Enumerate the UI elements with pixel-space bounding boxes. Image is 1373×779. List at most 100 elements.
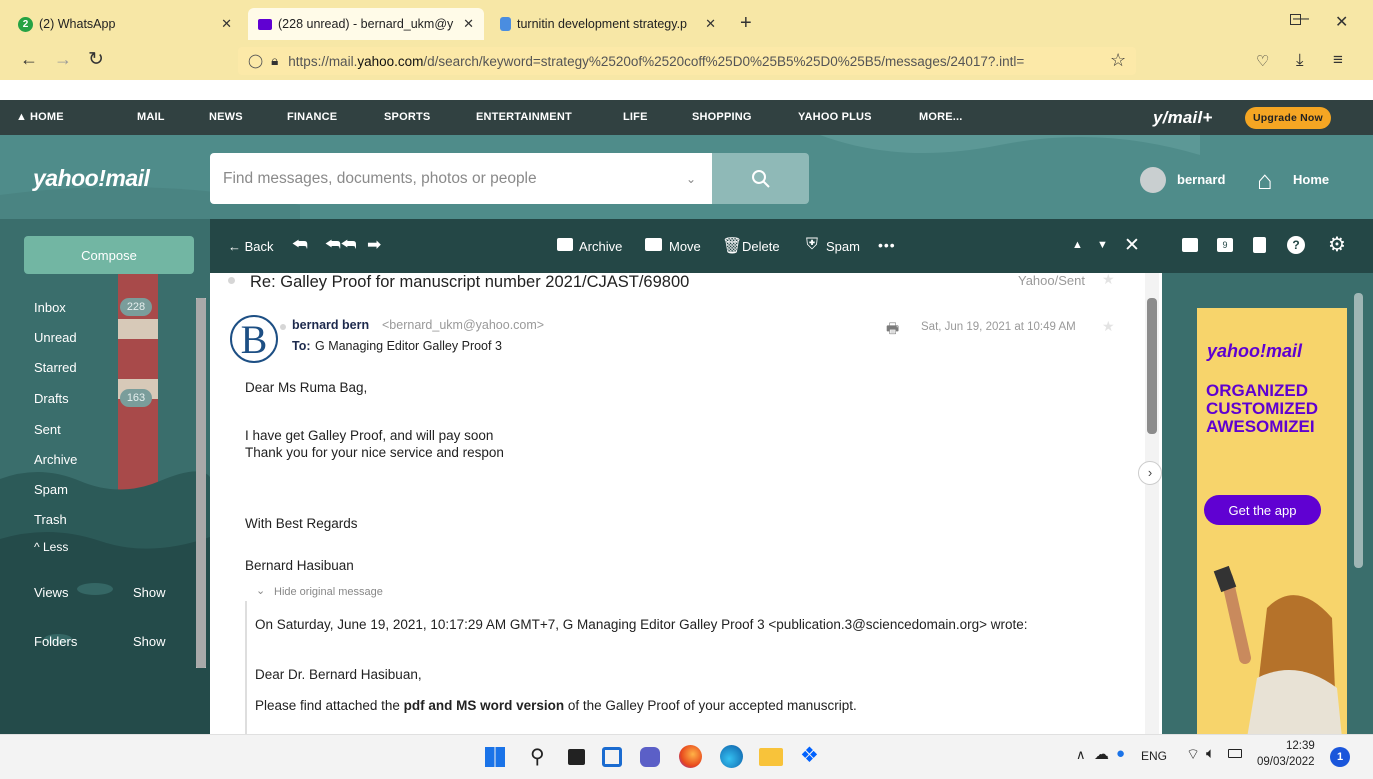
sidebar-scroll-thumb[interactable]	[196, 298, 206, 668]
sender-email[interactable]: <bernard_ukm@yahoo.com>	[382, 318, 544, 332]
dropbox-icon[interactable]: ❖	[800, 743, 819, 768]
archive-button[interactable]: Archive	[579, 239, 622, 254]
folder-drafts[interactable]: Drafts	[34, 391, 69, 406]
avatar[interactable]	[1140, 167, 1166, 193]
back-icon[interactable]: ←	[20, 49, 38, 70]
widgets-icon[interactable]	[602, 747, 622, 767]
close-tab-icon[interactable]: ✕	[221, 16, 232, 32]
restore-icon[interactable]	[1290, 14, 1301, 25]
nav-yahoo-plus[interactable]: YAHOO PLUS	[798, 100, 872, 135]
language-indicator[interactable]: ENG	[1141, 749, 1167, 763]
reply-icon[interactable]: ⮪	[292, 235, 308, 255]
clock-time[interactable]: 12:39	[1286, 740, 1315, 752]
calendar-icon[interactable]: 9	[1217, 238, 1233, 252]
clock-date[interactable]: 09/03/2022	[1257, 756, 1315, 768]
previous-message-icon[interactable]: ▲	[1072, 239, 1083, 251]
less-toggle[interactable]: ^ Less	[34, 540, 68, 554]
chevron-up-icon[interactable]: ∧	[1076, 747, 1086, 763]
next-message-icon[interactable]: ▼	[1097, 239, 1108, 251]
compose-button[interactable]: Compose	[24, 236, 194, 274]
new-tab-button[interactable]: +	[740, 12, 752, 35]
print-icon[interactable]: 🖶︎	[886, 318, 899, 342]
ad-scroll-thumb[interactable]	[1354, 293, 1363, 568]
more-actions-icon[interactable]: •••	[878, 237, 896, 253]
battery-icon[interactable]	[1228, 749, 1242, 758]
windows-start-icon[interactable]	[485, 747, 505, 767]
nav-home[interactable]: HOME	[30, 100, 64, 135]
sender-avatar[interactable]: B	[230, 315, 278, 363]
chevron-down-icon[interactable]: ⌄	[686, 172, 696, 186]
nav-sports[interactable]: SPORTS	[384, 100, 430, 135]
app-tray-icon[interactable]: ●	[1116, 745, 1125, 762]
search-button[interactable]	[712, 153, 809, 204]
yahoo-mail-logo[interactable]: yahoo!mail	[33, 165, 150, 192]
folder-starred[interactable]: Starred	[34, 360, 77, 375]
user-name[interactable]: bernard	[1177, 172, 1225, 187]
cloud-icon[interactable]: ☁	[1094, 745, 1109, 763]
forward-icon[interactable]: →	[54, 49, 72, 70]
contacts-icon[interactable]	[1182, 238, 1198, 252]
tab-whatsapp[interactable]: 2 (2) WhatsApp ✕	[8, 8, 242, 40]
reply-all-icon[interactable]: ⮪⮪	[325, 235, 357, 255]
move-button[interactable]: Move	[669, 239, 701, 254]
nav-finance[interactable]: FINANCE	[287, 100, 337, 135]
folder-inbox[interactable]: Inbox	[34, 300, 66, 315]
folders-show-toggle[interactable]: Show	[133, 634, 166, 649]
bookmark-star-icon[interactable]: ☆	[1110, 50, 1126, 71]
views-show-toggle[interactable]: Show	[133, 585, 166, 600]
folder-spam[interactable]: Spam	[34, 482, 68, 497]
upgrade-button[interactable]: Upgrade Now	[1245, 107, 1331, 129]
pocket-icon[interactable]: ♡	[1256, 52, 1269, 70]
nav-mail[interactable]: MAIL	[137, 100, 165, 135]
spam-button[interactable]: Spam	[826, 239, 860, 254]
folder-archive[interactable]: Archive	[34, 452, 77, 467]
close-tab-icon[interactable]: ✕	[705, 16, 716, 32]
search-input[interactable]: Find messages, documents, photos or peop…	[210, 153, 712, 204]
star-icon[interactable]: ★	[1102, 318, 1115, 335]
hide-original-toggle[interactable]: Hide original message	[274, 586, 383, 598]
nav-more[interactable]: MORE...	[919, 100, 963, 135]
close-window-icon[interactable]: ✕	[1335, 12, 1348, 32]
folder-trash[interactable]: Trash	[34, 512, 67, 527]
task-view-icon[interactable]	[568, 749, 585, 765]
notification-badge[interactable]: 1	[1330, 747, 1350, 767]
delete-button[interactable]: Delete	[742, 239, 780, 254]
nav-shopping[interactable]: SHOPPING	[692, 100, 752, 135]
get-app-button[interactable]: Get the app	[1204, 495, 1321, 525]
notepad-icon[interactable]	[1253, 237, 1266, 253]
settings-gear-icon[interactable]: ⚙	[1328, 232, 1346, 257]
star-icon[interactable]: ★	[1102, 273, 1115, 288]
reload-icon[interactable]: ↻	[88, 48, 104, 71]
close-tab-icon[interactable]: ✕	[463, 16, 474, 32]
expand-pane-icon[interactable]: ›	[1138, 461, 1162, 485]
search-icon[interactable]: ⚲	[530, 744, 545, 769]
wifi-icon[interactable]: ⌔	[1186, 745, 1200, 764]
tab-yahoo-mail[interactable]: (228 unread) - bernard_ukm@y ✕	[248, 8, 484, 40]
home-link[interactable]: Home	[1293, 172, 1329, 187]
tab-turnitin[interactable]: turnitin development strategy.p ✕	[490, 8, 726, 40]
nav-entertainment[interactable]: ENTERTAINMENT	[476, 100, 572, 135]
url-field[interactable]: ◯ 🔒︎ https://mail. yahoo.com/d/search/key…	[238, 47, 1136, 75]
help-icon[interactable]: ?	[1287, 236, 1305, 254]
menu-icon[interactable]: ≡	[1333, 50, 1343, 70]
sender-name[interactable]: bernard bern	[292, 318, 369, 332]
home-icon[interactable]: ⌂	[1257, 165, 1273, 196]
recipient[interactable]: G Managing Editor Galley Proof 3	[315, 339, 502, 353]
ad-banner[interactable]: yahoo!mail ORGANIZED CUSTOMIZED AWESOMIZ…	[1197, 308, 1347, 734]
firefox-icon[interactable]	[679, 745, 702, 768]
file-explorer-icon[interactable]	[759, 748, 783, 766]
back-button[interactable]: ← Back	[228, 239, 274, 254]
chevron-down-icon[interactable]: ⌄	[256, 584, 265, 597]
teams-icon[interactable]	[640, 747, 660, 767]
edge-icon[interactable]	[720, 745, 743, 768]
forward-icon[interactable]: ➡	[367, 235, 381, 255]
folder-unread[interactable]: Unread	[34, 330, 77, 345]
volume-icon[interactable]: 🔈︎	[1206, 745, 1215, 762]
message-scroll-thumb[interactable]	[1147, 298, 1157, 434]
close-message-icon[interactable]: ✕	[1124, 234, 1140, 257]
folder-sent[interactable]: Sent	[34, 422, 61, 437]
nav-news[interactable]: NEWS	[209, 100, 243, 135]
folder-tag[interactable]: Yahoo/Sent	[1018, 273, 1085, 288]
download-icon[interactable]: ⤓	[1296, 50, 1304, 70]
nav-life[interactable]: LIFE	[623, 100, 648, 135]
